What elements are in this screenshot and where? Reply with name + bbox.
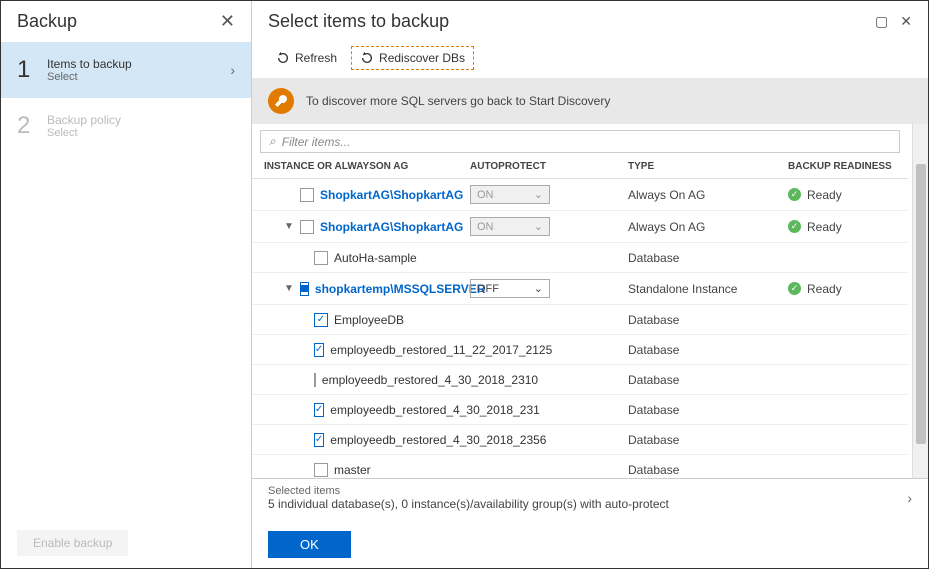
ok-button[interactable]: OK [268, 531, 351, 558]
checkbox[interactable]: ✓ [314, 343, 324, 357]
rediscover-dbs-button[interactable]: Rediscover DBs [351, 46, 474, 70]
table-row[interactable]: ▼✓employeedb_restored_4_30_2018_231Datab… [252, 395, 908, 425]
step-backup-policy[interactable]: 2 Backup policy Select [1, 98, 251, 154]
checkbox[interactable] [300, 188, 314, 202]
instance-link[interactable]: shopkartemp\MSSQLSERVER [315, 282, 485, 296]
expand-caret-icon[interactable]: ▼ [284, 283, 294, 294]
step-sublabel: Select [47, 127, 235, 139]
main-title: Select items to backup [268, 11, 449, 32]
scroll-thumb[interactable] [916, 164, 926, 444]
step-number: 1 [17, 56, 47, 84]
table-row[interactable]: ▼✓employeedb_restored_4_30_2018_2356Data… [252, 425, 908, 455]
table-header: INSTANCE OR ALWAYSON AG AUTOPROTECT TYPE… [252, 155, 908, 179]
col-header-readiness[interactable]: BACKUP READINESS [788, 161, 908, 172]
enable-backup-button[interactable]: Enable backup [17, 530, 128, 556]
table-row[interactable]: ▼ShopkartAG\ShopkartAGON⌄Always On AG✓Re… [252, 179, 908, 211]
table-row[interactable]: ▼ shopkartemp\MSSQLSERVEROFF⌄ Standalone I… [252, 273, 908, 305]
database-name: employeedb_restored_4_30_2018_2310 [322, 373, 538, 387]
maximize-icon[interactable]: ▢ [875, 13, 888, 30]
type-cell: Database [628, 463, 788, 477]
type-cell: Database [628, 313, 788, 327]
expand-caret-icon[interactable]: ▼ [284, 221, 294, 232]
close-icon[interactable]: ✕ [220, 11, 235, 32]
checkbox[interactable] [314, 463, 328, 477]
checkbox[interactable]: ✓ [314, 313, 328, 327]
database-name: EmployeeDB [334, 313, 404, 327]
sidebar-footer: Enable backup [1, 518, 251, 568]
instance-link[interactable]: ShopkartAG\ShopkartAG [320, 188, 463, 202]
database-name: employeedb_restored_4_30_2018_2356 [330, 433, 546, 447]
main-header: Select items to backup ▢ ✕ [252, 1, 928, 42]
search-icon: ⌕ [269, 134, 276, 149]
type-cell: Database [628, 343, 788, 357]
summary-bar[interactable]: Selected items 5 individual database(s),… [252, 478, 928, 521]
autoprotect-dropdown[interactable]: OFF⌄ [470, 279, 550, 298]
sidebar-header: Backup ✕ [1, 1, 251, 42]
info-text: To discover more SQL servers go back to … [306, 94, 610, 108]
database-name: employeedb_restored_11_22_2017_2125 [330, 343, 552, 357]
database-name: master [334, 463, 371, 477]
readiness-text: Ready [807, 282, 842, 296]
database-name: employeedb_restored_4_30_2018_231 [330, 403, 540, 417]
chevron-down-icon: ⌄ [534, 188, 543, 201]
main-panel: Select items to backup ▢ ✕ Refresh Redis… [252, 1, 928, 568]
refresh-icon [360, 51, 374, 65]
check-icon: ✓ [788, 282, 801, 295]
wrench-icon [268, 88, 294, 114]
table-row[interactable]: ▼✓employeedb_restored_11_22_2017_2125Dat… [252, 335, 908, 365]
scrollbar[interactable] [912, 124, 928, 478]
summary-label: Selected items [268, 485, 669, 497]
step-label: Backup policy [47, 113, 235, 127]
chevron-down-icon: ⌄ [534, 220, 543, 233]
info-bar: To discover more SQL servers go back to … [252, 78, 928, 124]
footer: OK [252, 521, 928, 568]
checkbox[interactable] [300, 220, 314, 234]
instance-link[interactable]: ShopkartAG\ShopkartAG [320, 220, 463, 234]
col-header-type[interactable]: TYPE [628, 161, 788, 172]
autoprotect-dropdown[interactable]: ON⌄ [470, 185, 550, 204]
type-cell: Always On AG [628, 220, 788, 234]
refresh-button[interactable]: Refresh [268, 46, 345, 70]
type-cell: Database [628, 251, 788, 265]
window-controls: ▢ ✕ [875, 13, 912, 30]
sidebar: Backup ✕ 1 Items to backup Select › 2 Ba… [1, 1, 252, 568]
type-cell: Database [628, 433, 788, 447]
step-label: Items to backup [47, 57, 230, 71]
refresh-icon [276, 51, 290, 65]
check-icon: ✓ [788, 188, 801, 201]
chevron-right-icon: › [230, 62, 235, 78]
checkbox[interactable]: ✓ [314, 433, 324, 447]
col-header-autoprotect[interactable]: AUTOPROTECT [470, 161, 628, 172]
database-name: AutoHa-sample [334, 251, 417, 265]
checkbox[interactable] [314, 251, 328, 265]
check-icon: ✓ [788, 220, 801, 233]
type-cell: Database [628, 373, 788, 387]
col-header-name[interactable]: INSTANCE OR ALWAYSON AG [252, 161, 470, 172]
chevron-right-icon: › [907, 490, 912, 506]
table-row[interactable]: ▼masterDatabase [252, 455, 908, 478]
table-row[interactable]: ▼✓EmployeeDBDatabase [252, 305, 908, 335]
type-cell: Database [628, 403, 788, 417]
table-row[interactable]: ▼ ShopkartAG\ShopkartAG ON⌄ Always On AG✓ Re… [252, 211, 908, 243]
summary-detail: 5 individual database(s), 0 instance(s)/… [268, 497, 669, 511]
type-cell: Always On AG [628, 188, 788, 202]
readiness-text: Ready [807, 220, 842, 234]
checkbox[interactable] [300, 282, 309, 296]
chevron-down-icon: ⌄ [534, 282, 543, 295]
toolbar: Refresh Rediscover DBs [252, 42, 928, 78]
step-sublabel: Select [47, 71, 230, 83]
checkbox[interactable]: ✓ [314, 403, 324, 417]
step-number: 2 [17, 112, 47, 140]
checkbox[interactable] [314, 373, 316, 387]
step-items-to-backup[interactable]: 1 Items to backup Select › [1, 42, 251, 98]
filter-input[interactable]: ⌕ Filter items... [260, 130, 900, 153]
table-row[interactable]: ▼AutoHa-sampleDatabase [252, 243, 908, 273]
sidebar-title: Backup [17, 11, 77, 32]
type-cell: Standalone Instance [628, 282, 788, 296]
table-row[interactable]: ▼employeedb_restored_4_30_2018_2310Datab… [252, 365, 908, 395]
close-icon[interactable]: ✕ [900, 13, 912, 30]
content-area: ⌕ Filter items... INSTANCE OR ALWAYSON A… [252, 124, 912, 478]
autoprotect-dropdown[interactable]: ON⌄ [470, 217, 550, 236]
readiness-text: Ready [807, 188, 842, 202]
